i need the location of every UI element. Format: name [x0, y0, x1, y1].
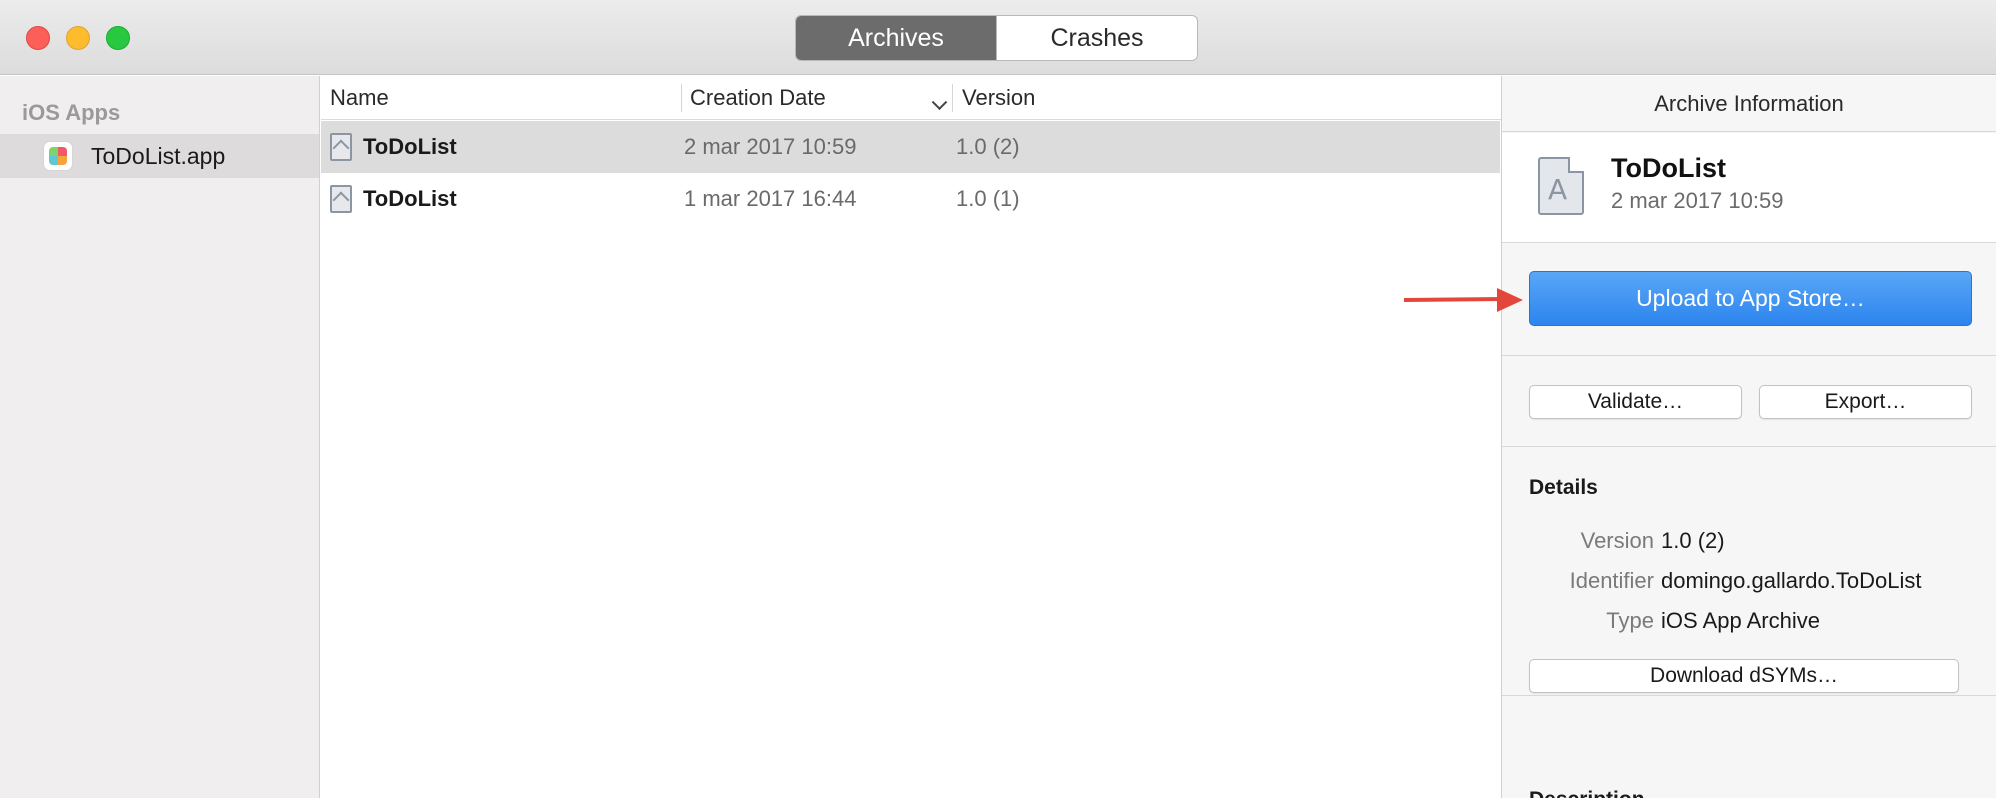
- detail-label-identifier: Identifier: [1569, 568, 1654, 593]
- tab-archives[interactable]: Archives: [796, 16, 996, 60]
- title-bar: Archives Crashes: [0, 0, 1996, 75]
- sidebar-item-label: ToDoList.app: [91, 142, 226, 169]
- upload-section: Upload to App Store…: [1502, 244, 1996, 356]
- tab-crashes[interactable]: Crashes: [996, 16, 1197, 60]
- column-header-version[interactable]: Version: [962, 76, 1035, 120]
- upload-to-app-store-button[interactable]: Upload to App Store…: [1529, 271, 1972, 326]
- export-button[interactable]: Export…: [1759, 385, 1972, 419]
- inspector-title: Archive Information: [1502, 76, 1996, 132]
- minimize-window-button[interactable]: [66, 26, 90, 50]
- download-dsyms-button[interactable]: Download dSYMs…: [1529, 659, 1959, 693]
- description-heading: Description: [1529, 788, 1645, 798]
- column-header-label: Creation Date: [690, 85, 826, 110]
- column-header-name[interactable]: Name: [330, 76, 389, 120]
- archive-document-icon: [1538, 157, 1584, 215]
- row-version: 1.0 (1): [956, 186, 1020, 211]
- list-header: Name Creation Date Version: [321, 76, 1501, 120]
- detail-value-version: 1.0 (2): [1661, 528, 1725, 553]
- detail-label-type: Type: [1606, 608, 1654, 633]
- archive-date: 2 mar 2017 10:59: [1611, 188, 1784, 213]
- table-row[interactable]: ToDoList 2 mar 2017 10:59 1.0 (2): [321, 121, 1500, 173]
- archive-actions: Validate… Export…: [1502, 357, 1996, 447]
- archive-file-icon: [330, 185, 352, 213]
- column-divider[interactable]: [952, 84, 953, 112]
- sidebar-item-todolist-app[interactable]: ToDoList.app: [0, 134, 319, 178]
- row-version: 1.0 (2): [956, 134, 1020, 159]
- sidebar-heading: iOS Apps: [22, 100, 121, 125]
- column-divider[interactable]: [681, 84, 682, 112]
- validate-button[interactable]: Validate…: [1529, 385, 1742, 419]
- sidebar: iOS Apps ToDoList.app: [0, 76, 320, 798]
- row-name: ToDoList: [363, 134, 457, 159]
- detail-value-identifier: domingo.gallardo.ToDoList: [1661, 568, 1922, 593]
- annotation-arrow-head-icon: [1497, 288, 1523, 312]
- detail-value-type: iOS App Archive: [1661, 608, 1820, 633]
- column-header-label: Name: [330, 85, 389, 110]
- archives-crashes-segmented-control: Archives Crashes: [795, 15, 1198, 61]
- sort-descending-chevron-icon: [922, 92, 948, 118]
- row-name: ToDoList: [363, 186, 457, 211]
- table-row[interactable]: ToDoList 1 mar 2017 16:44 1.0 (1): [321, 173, 1500, 225]
- archive-summary: ToDoList 2 mar 2017 10:59: [1502, 133, 1996, 243]
- zoom-window-button[interactable]: [106, 26, 130, 50]
- row-creation-date: 1 mar 2017 16:44: [684, 186, 857, 211]
- app-icon: [43, 141, 73, 171]
- archive-name: ToDoList: [1611, 153, 1726, 183]
- details-section: Details Version 1.0 (2) Identifier domin…: [1502, 448, 1996, 696]
- archives-list: Name Creation Date Version ToDoList 2 ma…: [321, 76, 1501, 798]
- column-header-label: Version: [962, 85, 1036, 110]
- column-header-creation-date[interactable]: Creation Date: [690, 76, 948, 120]
- archive-file-icon: [330, 133, 352, 161]
- row-creation-date: 2 mar 2017 10:59: [684, 134, 857, 159]
- archive-inspector: Archive Information ToDoList 2 mar 2017 …: [1501, 76, 1996, 798]
- details-heading: Details: [1529, 476, 1598, 499]
- close-window-button[interactable]: [26, 26, 50, 50]
- detail-label-version: Version: [1580, 528, 1654, 553]
